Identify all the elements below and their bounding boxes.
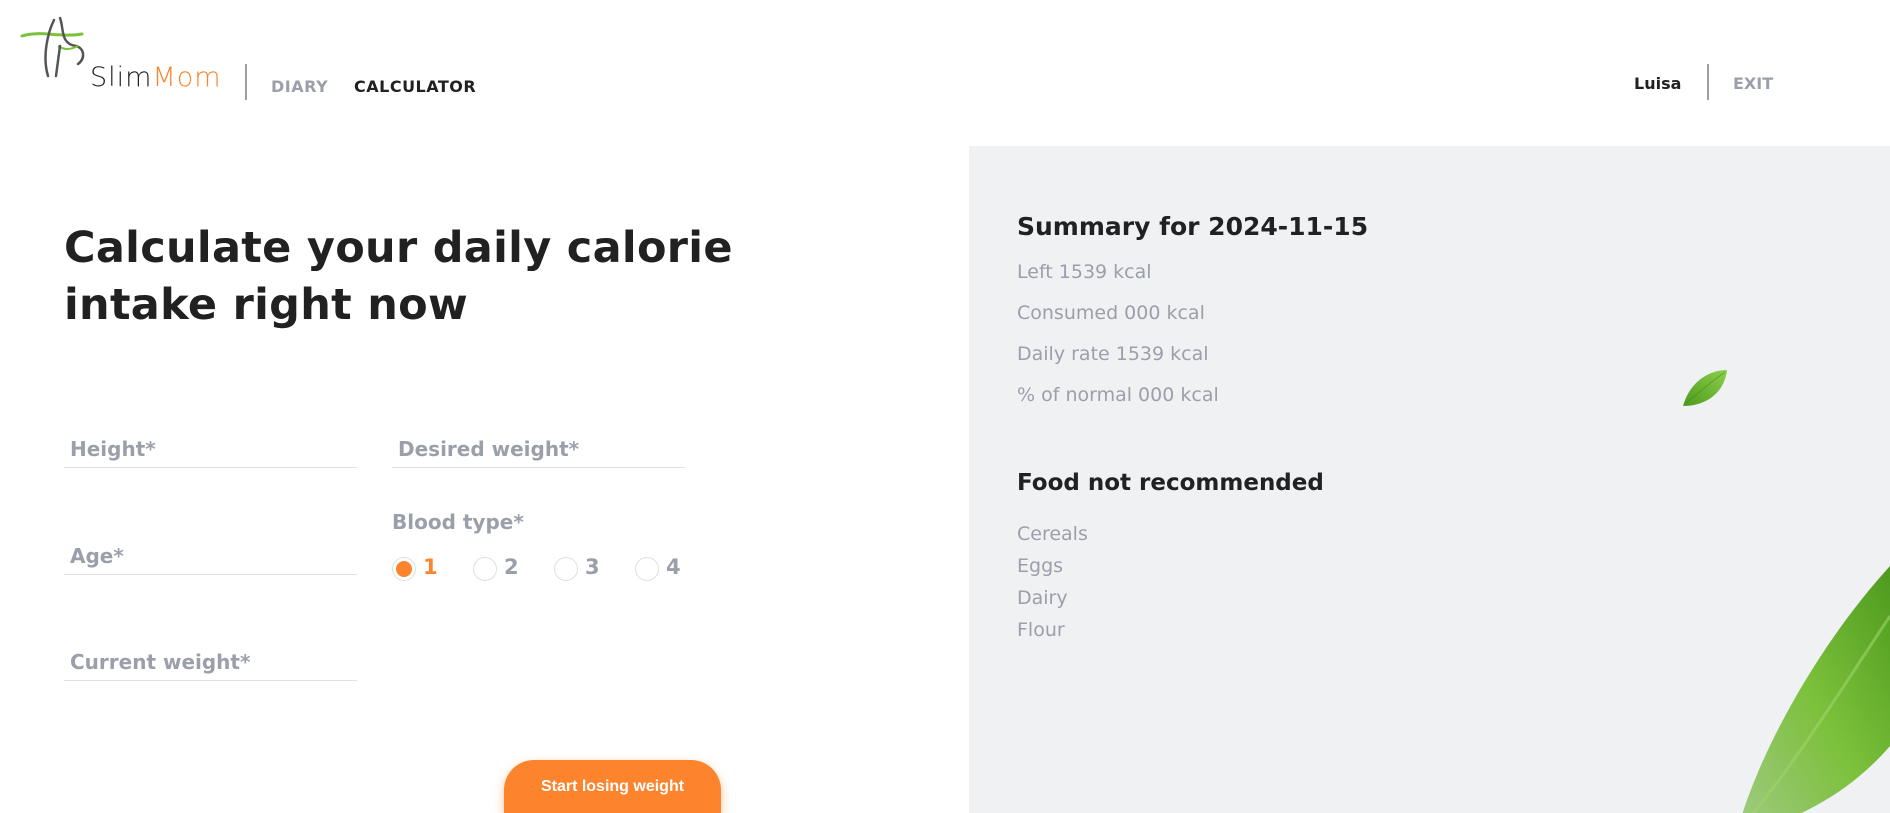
summary-left: Left 1539 kcal	[1017, 261, 1152, 283]
current-weight-input[interactable]	[64, 650, 357, 674]
blood-type-option-label: 2	[504, 555, 519, 579]
food-not-recommended-list: Cereals Eggs Dairy Flour	[1017, 518, 1088, 646]
user-name: Luisa	[1634, 74, 1682, 93]
height-input[interactable]	[64, 437, 357, 461]
list-item: Dairy	[1017, 587, 1068, 609]
logo-figure-icon	[20, 16, 85, 78]
list-item: Flour	[1017, 619, 1065, 641]
desired-weight-input[interactable]	[392, 437, 685, 461]
nav-calculator-link[interactable]: CALCULATOR	[354, 77, 476, 96]
age-field	[64, 525, 357, 575]
decorative-leaf-icon	[1683, 370, 1727, 406]
blood-type-option-label: 1	[423, 555, 438, 579]
blood-type-option-label: 4	[666, 555, 681, 579]
blood-type-option-label: 3	[585, 555, 600, 579]
list-item: Cereals	[1017, 523, 1088, 545]
list-item: Eggs	[1017, 555, 1064, 577]
food-not-recommended-title: Food not recommended	[1017, 470, 1324, 496]
summary-percent-of-normal: % of normal 000 kcal	[1017, 384, 1219, 406]
logo[interactable]: SlimMom	[20, 16, 230, 98]
radio-empty-icon[interactable]	[554, 557, 578, 581]
radio-empty-icon[interactable]	[473, 557, 497, 581]
current-weight-field	[64, 631, 357, 681]
age-input[interactable]	[64, 544, 357, 568]
logo-text-mom: Mom	[152, 62, 222, 93]
desired-weight-field	[392, 418, 685, 468]
summary-daily-rate: Daily rate 1539 kcal	[1017, 343, 1209, 365]
nav-diary-link[interactable]: DIARY	[271, 77, 328, 96]
start-losing-weight-button[interactable]: Start losing weight	[504, 760, 721, 813]
page-title: Calculate your daily calorie intake righ…	[64, 223, 733, 330]
exit-button[interactable]: EXIT	[1733, 74, 1773, 93]
blood-type-radio-group: 1 2 3 4	[392, 555, 692, 582]
radio-empty-icon[interactable]	[635, 557, 659, 581]
summary-panel: Summary for 2024-11-15 Left 1539 kcal Co…	[969, 146, 1890, 813]
logo-text-slim: Slim	[90, 62, 153, 93]
summary-consumed: Consumed 000 kcal	[1017, 302, 1205, 324]
user-divider	[1707, 64, 1709, 100]
decorative-leaf-icon	[1742, 566, 1890, 813]
blood-type-label: Blood type*	[392, 510, 524, 534]
radio-selected-icon[interactable]	[392, 557, 416, 581]
height-field	[64, 418, 357, 468]
logo-text: SlimMom	[90, 62, 222, 93]
summary-title: Summary for 2024-11-15	[1017, 212, 1369, 241]
header-divider	[245, 64, 247, 100]
